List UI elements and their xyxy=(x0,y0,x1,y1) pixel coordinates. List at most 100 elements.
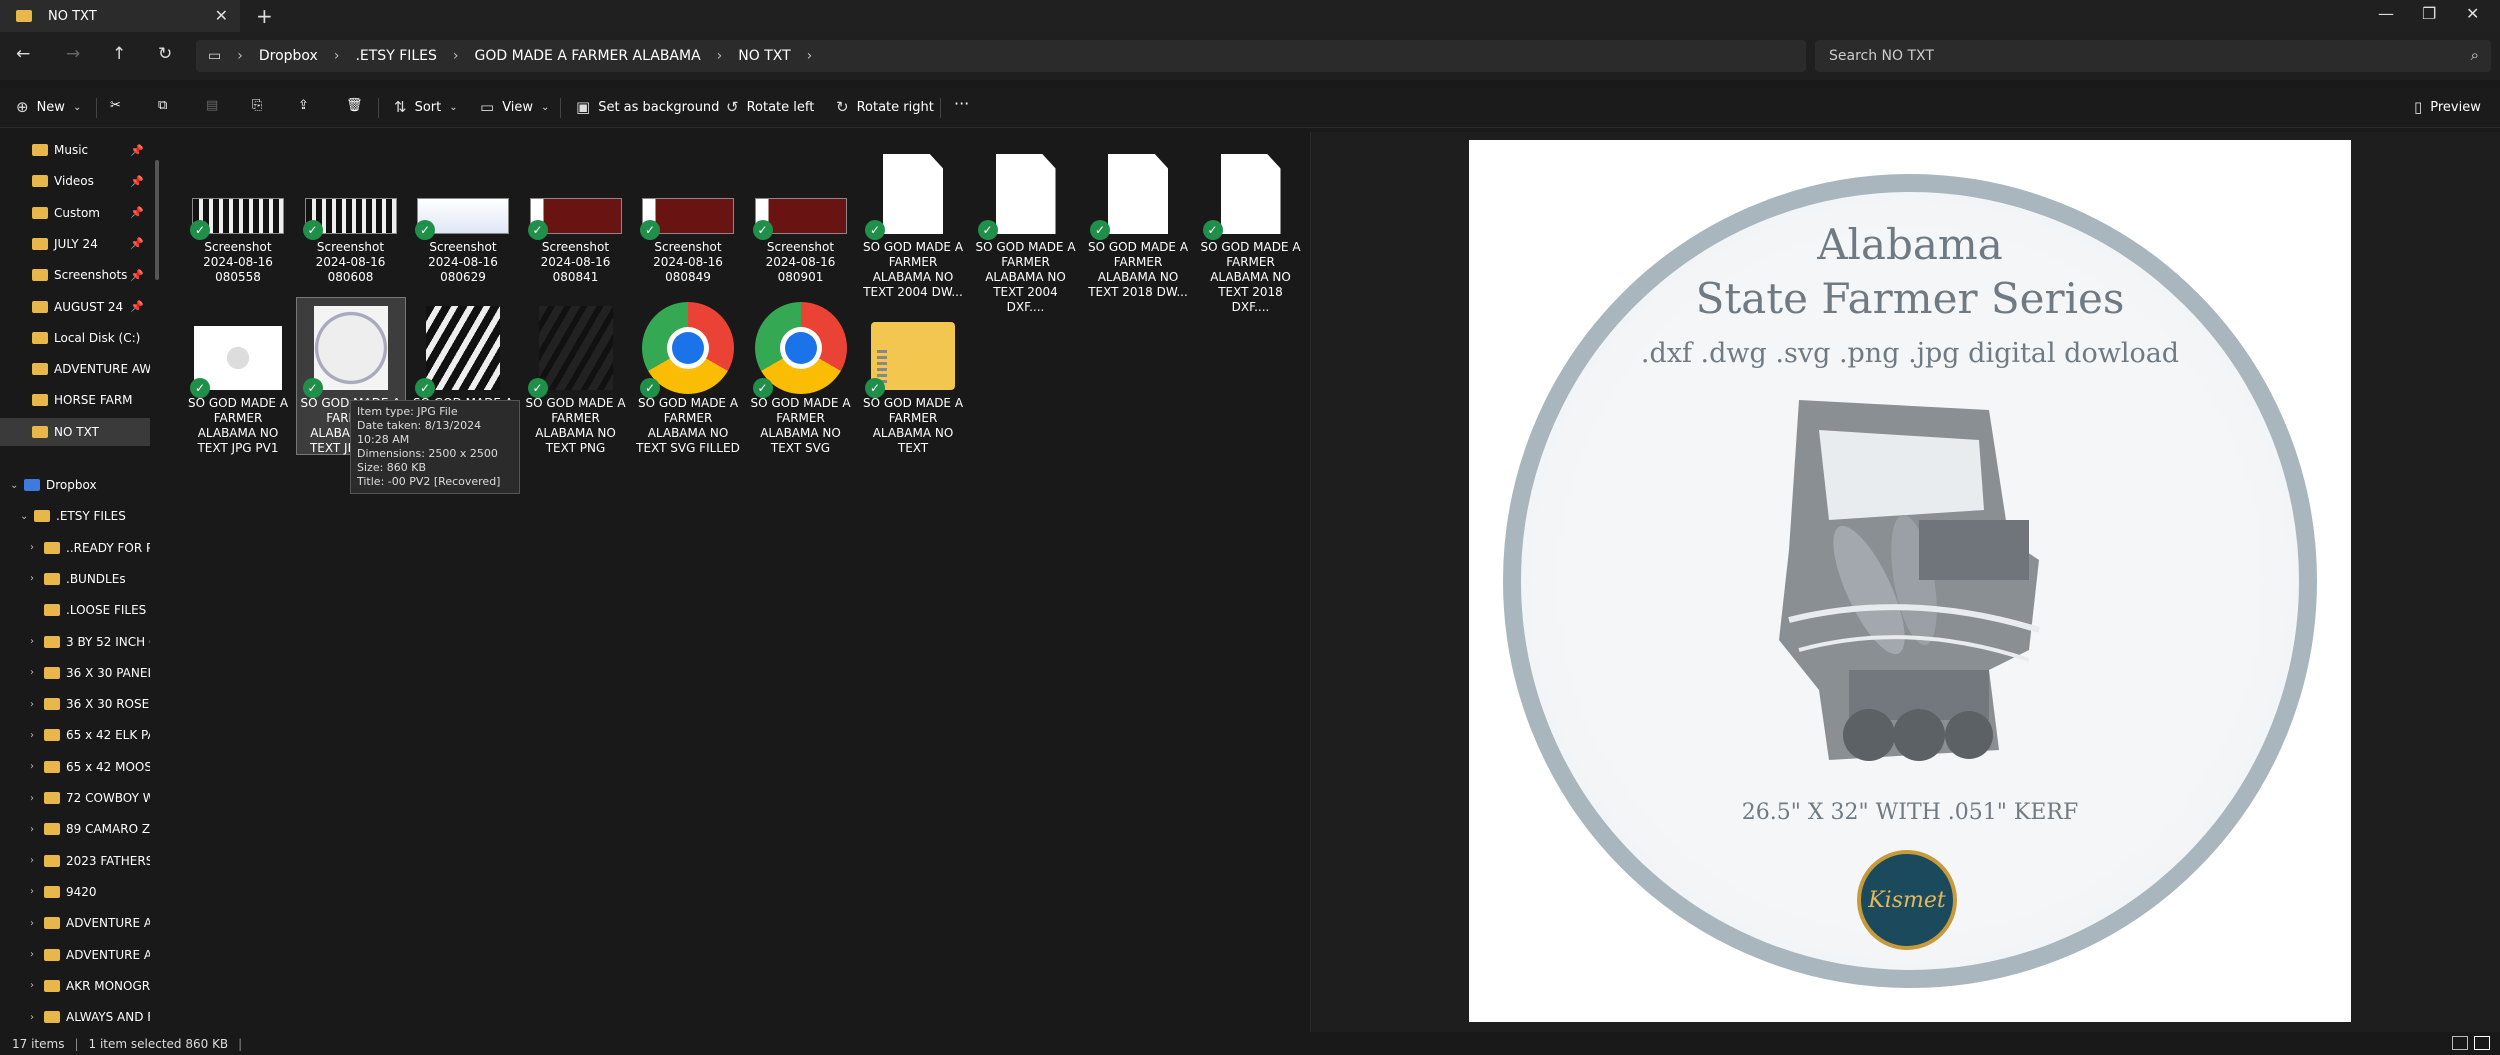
file-item[interactable]: ✓ Screenshot 2024-08-16 080558 xyxy=(184,142,292,298)
file-item[interactable]: ✓ SO GOD MADE A FARMER ALABAMA NO TEXT SV… xyxy=(747,298,855,455)
tree-item-36-x-30-rose-pa[interactable]: › 36 X 30 ROSE PA xyxy=(0,690,150,718)
minimize-button[interactable]: — xyxy=(2378,4,2394,23)
rotate-left-button[interactable]: ↺ Rotate left xyxy=(726,98,814,116)
tree-item-akr-monogra[interactable]: › AKR MONOGRA xyxy=(0,972,150,1000)
file-item[interactable]: ✓ SO GOD MADE A FARMER ALABAMA NO TEXT SV… xyxy=(634,298,742,455)
tree-item-36-x-30-panels[interactable]: › 36 X 30 PANELS xyxy=(0,659,150,687)
chevron-right-icon[interactable]: › xyxy=(30,761,44,772)
chevron-right-icon[interactable]: › xyxy=(30,793,44,804)
breadcrumb-dropbox[interactable]: Dropbox xyxy=(259,48,318,64)
sidebar-item-no-txt[interactable]: NO TXT xyxy=(0,417,150,446)
sort-button[interactable]: ⇅ Sort ⌄ xyxy=(394,98,458,116)
breadcrumb-god-made-a-farmer[interactable]: GOD MADE A FARMER ALABAMA xyxy=(475,48,701,64)
paste-icon[interactable]: ▤ xyxy=(206,98,218,113)
chevron-right-icon[interactable]: › xyxy=(30,918,44,929)
close-tab-icon[interactable]: ✕ xyxy=(215,6,228,25)
refresh-icon[interactable]: ↻ xyxy=(158,44,172,64)
sidebar-item-custom[interactable]: Custom 📌 xyxy=(0,199,150,227)
sidebar-item-july-24[interactable]: JULY 24 📌 xyxy=(0,230,150,258)
sidebar-item-adventure-awai[interactable]: ADVENTURE AWAI xyxy=(0,355,150,383)
tree-item-65-x-42-moose[interactable]: › 65 x 42 MOOSE xyxy=(0,753,150,781)
sidebar-item-local-disk-c-[interactable]: Local Disk (C:) xyxy=(0,324,150,352)
tree-item-dropbox[interactable]: ⌄ Dropbox xyxy=(0,471,150,499)
tree-item-adventure-av[interactable]: › ADVENTURE AV xyxy=(0,909,150,937)
cut-icon[interactable]: ✂ xyxy=(110,98,121,113)
tree-item-2023-fathers-d[interactable]: › 2023 FATHERS D xyxy=(0,847,150,875)
maximize-button[interactable]: ❐ xyxy=(2422,4,2436,23)
file-item[interactable]: ✓ Screenshot 2024-08-16 080849 xyxy=(634,142,742,298)
file-name: SO GOD MADE A FARMER ALABAMA NO TEXT PNG xyxy=(525,396,626,455)
sidebar-item-screenshots[interactable]: Screenshots 📌 xyxy=(0,261,150,289)
chevron-right-icon[interactable]: › xyxy=(30,824,44,835)
chevron-right-icon[interactable]: › xyxy=(30,542,44,553)
rename-icon[interactable]: ⎘ xyxy=(252,98,262,113)
file-item[interactable]: ✓ Screenshot 2024-08-16 080629 xyxy=(409,142,517,298)
file-item[interactable]: ✓ SO GOD MADE A FARMER ALABAMA NO TEXT 20… xyxy=(972,142,1080,314)
chevron-right-icon[interactable]: › xyxy=(30,699,44,710)
view-button[interactable]: ▭ View ⌄ xyxy=(480,98,549,116)
tree-item-9420[interactable]: › 9420 xyxy=(0,878,150,906)
search-icon[interactable]: ⌕ xyxy=(2471,46,2479,64)
chevron-right-icon[interactable]: › xyxy=(30,886,44,897)
tab-no-txt[interactable]: NO TXT ✕ xyxy=(0,0,240,32)
chevron-right-icon[interactable]: › xyxy=(807,48,813,64)
search-input[interactable]: Search NO TXT ⌕ xyxy=(1815,40,2491,72)
chevron-right-icon[interactable]: › xyxy=(30,667,44,678)
chevron-down-icon[interactable]: ⌄ xyxy=(10,480,24,491)
tree-item-72-cowboy-wi[interactable]: › 72 COWBOY WI xyxy=(0,784,150,812)
file-name: Screenshot 2024-08-16 080608 xyxy=(315,240,386,284)
tree-item-always-and-f[interactable]: › ALWAYS AND F xyxy=(0,1003,150,1031)
more-options-button[interactable]: ··· xyxy=(954,94,969,113)
up-arrow-icon[interactable]: ↑ xyxy=(112,44,126,64)
chevron-right-icon[interactable]: › xyxy=(30,1012,44,1023)
address-bar[interactable]: ▭ › Dropbox › .ETSY FILES › GOD MADE A F… xyxy=(196,40,1806,72)
rotate-right-button[interactable]: ↻ Rotate right xyxy=(836,98,934,116)
tree-item--ready-for-pc[interactable]: › ..READY FOR PC xyxy=(0,534,150,562)
file-item[interactable]: ✓ SO GOD MADE A FARMER ALABAMA NO TEXT 20… xyxy=(1084,142,1192,299)
back-arrow-icon[interactable]: ← xyxy=(16,44,30,64)
folder-icon xyxy=(32,363,48,376)
copy-icon[interactable]: ⧉ xyxy=(158,98,167,113)
file-item[interactable]: ✓ Screenshot 2024-08-16 080841 xyxy=(522,142,630,298)
file-item[interactable]: ✓ SO GOD MADE A FARMER ALABAMA NO TEXT 20… xyxy=(1197,142,1305,314)
breadcrumb-no-txt[interactable]: NO TXT xyxy=(738,48,790,64)
tree-item-adventure-av[interactable]: › ADVENTURE AV xyxy=(0,941,150,969)
new-button[interactable]: ⊕ New ⌄ xyxy=(16,98,81,116)
new-tab-button[interactable]: + xyxy=(256,4,273,28)
chevron-right-icon[interactable]: › xyxy=(30,573,44,584)
sidebar-item-videos[interactable]: Videos 📌 xyxy=(0,167,150,195)
sidebar-item-music[interactable]: Music 📌 xyxy=(0,136,150,164)
sidebar-item-august-24[interactable]: AUGUST 24 📌 xyxy=(0,293,150,321)
tree-item-3-by-52-inch-c[interactable]: › 3 BY 52 INCH C xyxy=(0,628,150,656)
chevron-right-icon[interactable]: › xyxy=(30,855,44,866)
file-item[interactable]: ✓SO GOD MADE A FARMER ALABAMA NO TEXT JP… xyxy=(184,298,292,455)
chevron-right-icon[interactable]: › xyxy=(30,949,44,960)
chevron-right-icon[interactable]: › xyxy=(30,980,44,991)
sidebar-scrollbar[interactable] xyxy=(155,160,159,280)
preview-button[interactable]: ▯ Preview xyxy=(2414,98,2481,116)
file-item[interactable]: ✓ SO GOD MADE A FARMER ALABAMA NO TEXT xyxy=(859,298,967,455)
tree-item-89-camaro-z2[interactable]: › 89 CAMARO Z2 xyxy=(0,815,150,843)
breadcrumb-etsy-files[interactable]: .ETSY FILES xyxy=(355,48,436,64)
file-item[interactable]: ✓ Screenshot 2024-08-16 080901 xyxy=(747,142,855,298)
sidebar-item-label: Custom xyxy=(54,205,100,220)
chevron-right-icon[interactable]: › xyxy=(30,730,44,741)
set-as-background-button[interactable]: ▣ Set as background xyxy=(576,98,719,116)
file-item[interactable]: ✓ SO GOD MADE A FARMER ALABAMA NO TEXT 20… xyxy=(859,142,967,299)
tree-item--loose-files[interactable]: .LOOSE FILES xyxy=(0,596,150,624)
forward-arrow-icon[interactable]: → xyxy=(66,44,80,64)
delete-icon[interactable]: 🗑 xyxy=(346,98,363,113)
large-icons-view-icon[interactable] xyxy=(2474,1036,2490,1050)
file-item[interactable]: ✓ Screenshot 2024-08-16 080608 xyxy=(297,142,405,298)
tree-item--etsy-files[interactable]: ⌄ .ETSY FILES xyxy=(0,502,150,530)
tree-item-65-x-42-elk-pan[interactable]: › 65 x 42 ELK PAN xyxy=(0,721,150,749)
sidebar-item-horse-farm[interactable]: HORSE FARM xyxy=(0,386,150,414)
sync-check-icon: ✓ xyxy=(752,378,773,398)
file-item[interactable]: ✓ SO GOD MADE A FARMER ALABAMA NO TEXT PN… xyxy=(522,298,630,455)
chevron-right-icon[interactable]: › xyxy=(30,636,44,647)
share-icon[interactable]: ⇪ xyxy=(298,98,309,113)
close-window-button[interactable]: ✕ xyxy=(2466,4,2479,23)
details-view-icon[interactable] xyxy=(2452,1036,2468,1050)
tree-item--bundles[interactable]: › .BUNDLEs xyxy=(0,565,150,593)
chevron-down-icon[interactable]: ⌄ xyxy=(20,511,34,522)
